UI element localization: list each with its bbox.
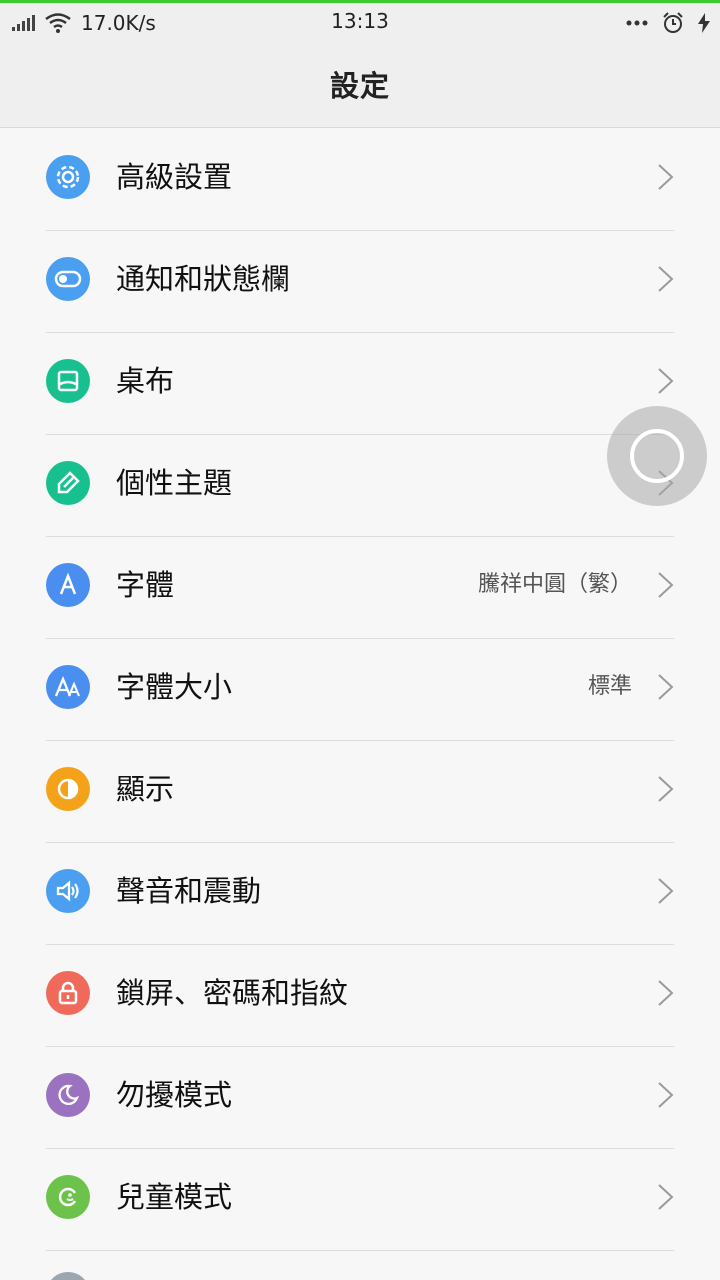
assistive-ring-icon — [630, 429, 684, 483]
settings-item-label: 字體 — [116, 568, 175, 602]
settings-item-sound[interactable]: 聲音和震動 — [0, 843, 720, 945]
display-icon — [46, 767, 90, 811]
charging-icon — [698, 13, 710, 33]
clock: 13:13 — [331, 9, 389, 33]
more-dots-icon — [626, 20, 648, 26]
settings-item-label: 桌布 — [116, 364, 175, 398]
settings-item-advanced[interactable]: 高級設置 — [0, 129, 720, 231]
settings-item-wallpaper[interactable]: 桌布 — [0, 333, 720, 435]
font-icon — [46, 563, 90, 607]
font-size-icon — [46, 665, 90, 709]
alarm-icon — [662, 12, 684, 34]
next-item-icon — [46, 1272, 90, 1280]
chevron-right-icon — [658, 674, 674, 700]
settings-item-lock-screen[interactable]: 鎖屏、密碼和指紋 — [0, 945, 720, 1047]
wallpaper-icon — [46, 359, 90, 403]
settings-item-font-size[interactable]: 字體大小 標準 — [0, 639, 720, 741]
gear-icon — [46, 155, 90, 199]
title-bar: 設定 — [0, 40, 720, 128]
chevron-right-icon — [658, 776, 674, 802]
chevron-right-icon — [658, 164, 674, 190]
settings-item-label: 顯示 — [116, 772, 175, 806]
settings-list: 高級設置 通知和狀態欄 桌布 個性主題 字體 騰祥中圓（繁） 字體大小 標準 顯… — [0, 129, 720, 1251]
chevron-right-icon — [658, 980, 674, 1006]
settings-item-label: 勿擾模式 — [116, 1078, 233, 1112]
settings-item-label: 鎖屏、密碼和指紋 — [116, 976, 349, 1010]
brush-icon — [46, 461, 90, 505]
settings-item-label: 個性主題 — [116, 466, 233, 500]
chevron-right-icon — [658, 1082, 674, 1108]
chevron-right-icon — [658, 368, 674, 394]
settings-item-label: 字體大小 — [116, 670, 233, 704]
status-right — [626, 9, 710, 37]
kids-icon — [46, 1175, 90, 1219]
lock-icon — [46, 971, 90, 1015]
settings-item-font[interactable]: 字體 騰祥中圓（繁） — [0, 537, 720, 639]
settings-item-value: 騰祥中圓（繁） — [477, 572, 632, 597]
speaker-icon — [46, 869, 90, 913]
settings-item-label: 兒童模式 — [116, 1180, 233, 1214]
settings-item-label: 高級設置 — [116, 160, 233, 194]
settings-item-do-not-disturb[interactable]: 勿擾模式 — [0, 1047, 720, 1149]
floating-assistive-button[interactable] — [607, 406, 707, 506]
settings-item-label: 通知和狀態欄 — [116, 262, 291, 296]
settings-item-kids-mode[interactable]: 兒童模式 — [0, 1149, 720, 1251]
toggle-icon — [46, 257, 90, 301]
settings-item-label: 聲音和震動 — [116, 874, 262, 908]
settings-item-value: 標準 — [587, 674, 632, 699]
chevron-right-icon — [658, 878, 674, 904]
chevron-right-icon — [658, 572, 674, 598]
settings-item-display[interactable]: 顯示 — [0, 741, 720, 843]
moon-icon — [46, 1073, 90, 1117]
settings-item-notifications[interactable]: 通知和狀態欄 — [0, 231, 720, 333]
status-bar: 17.0K/s 13:13 — [0, 0, 720, 40]
chevron-right-icon — [658, 266, 674, 292]
chevron-right-icon — [658, 1184, 674, 1210]
page-title: 設定 — [329, 68, 390, 103]
